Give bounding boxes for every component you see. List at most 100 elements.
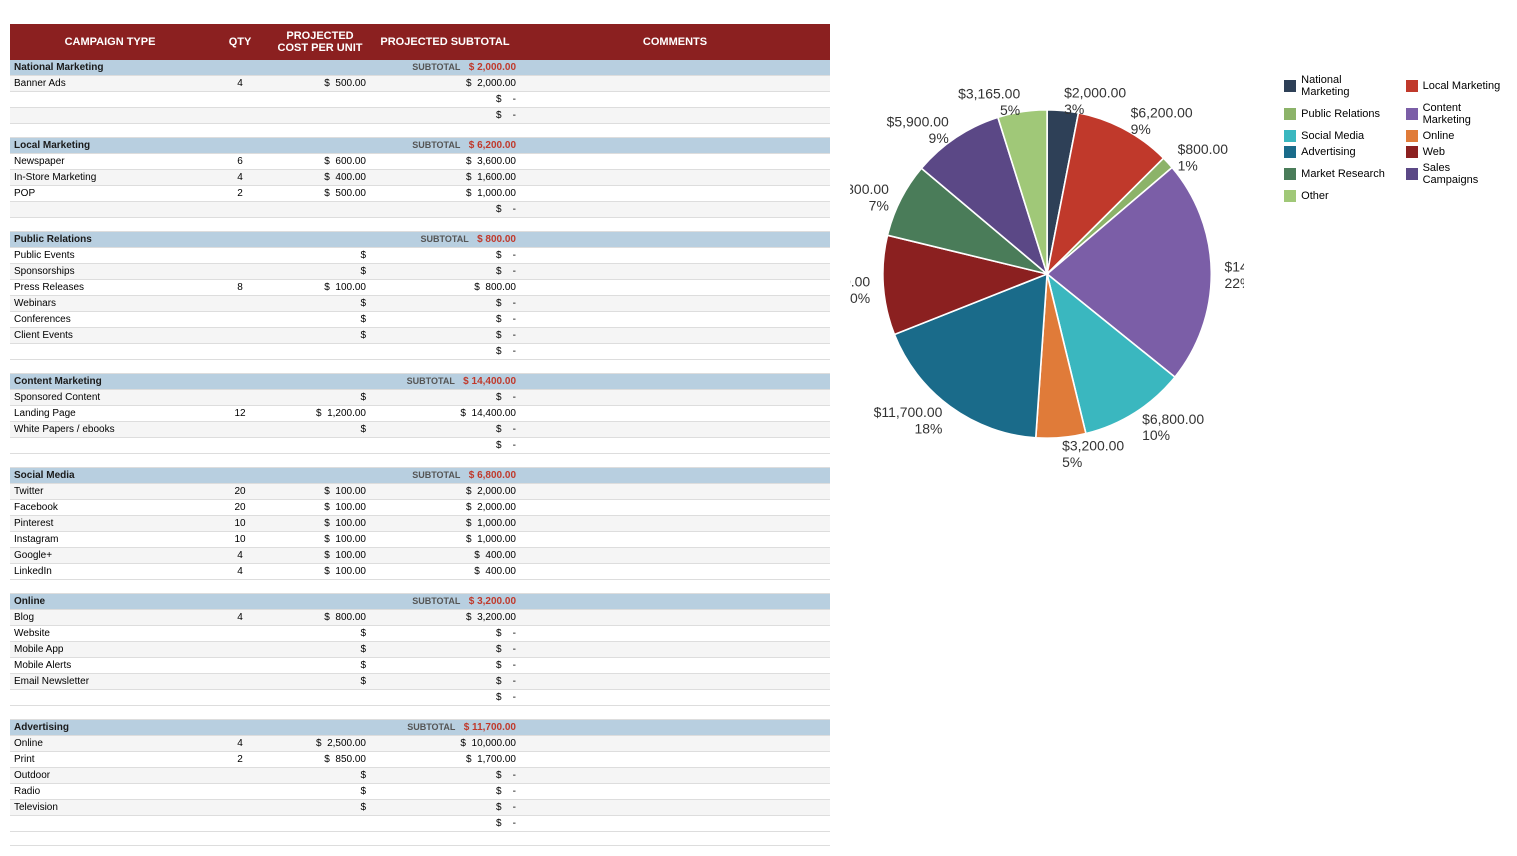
- pie-label-2: $800.001%: [1178, 141, 1229, 173]
- item-subtotal: $ 1,700.00: [370, 752, 520, 768]
- item-name: Sponsorships: [10, 264, 210, 280]
- chart-legend: National Marketing Local Marketing Publi…: [1284, 74, 1507, 202]
- item-comments: [520, 768, 830, 784]
- item-subtotal: $ 400.00: [370, 548, 520, 564]
- category-subtotal: SUBTOTAL $ 2,000.00: [370, 60, 520, 76]
- item-cost: $ 100.00: [270, 548, 370, 564]
- legend-color-8: [1284, 168, 1296, 180]
- table-row: $ -: [10, 438, 830, 454]
- legend-color-3: [1406, 108, 1418, 120]
- item-qty: [210, 784, 270, 800]
- legend-item-0: National Marketing: [1284, 74, 1385, 98]
- item-qty: [210, 626, 270, 642]
- item-qty: [210, 642, 270, 658]
- item-cost: [270, 92, 370, 108]
- item-cost: $ 850.00: [270, 752, 370, 768]
- item-qty: [210, 248, 270, 264]
- legend-label-3: Content Marketing: [1423, 102, 1507, 126]
- item-name: Mobile Alerts: [10, 658, 210, 674]
- legend-label-6: Advertising: [1301, 146, 1355, 158]
- table-row: POP 2 $ 500.00 $ 1,000.00: [10, 186, 830, 202]
- legend-item-4: Social Media: [1284, 130, 1385, 142]
- item-cost: $: [270, 422, 370, 438]
- legend-item-2: Public Relations: [1284, 102, 1385, 126]
- item-subtotal: $ -: [370, 328, 520, 344]
- item-name: Online: [10, 736, 210, 752]
- item-qty: [210, 344, 270, 360]
- category-qty: [210, 468, 270, 484]
- item-qty: [210, 264, 270, 280]
- item-comments: [520, 736, 830, 752]
- category-cost: [270, 720, 370, 736]
- item-comments: [520, 658, 830, 674]
- item-cost: $ 400.00: [270, 170, 370, 186]
- item-comments: [520, 154, 830, 170]
- legend-item-5: Online: [1406, 130, 1507, 142]
- item-cost: $: [270, 784, 370, 800]
- item-cost: [270, 202, 370, 218]
- category-comments: [520, 374, 830, 390]
- category-subtotal: SUBTOTAL $ 6,800.00: [370, 468, 520, 484]
- item-comments: [520, 674, 830, 690]
- item-subtotal: $ -: [370, 626, 520, 642]
- category-row: Social Media SUBTOTAL $ 6,800.00: [10, 468, 830, 484]
- item-subtotal: $ 1,000.00: [370, 516, 520, 532]
- item-name: Newspaper: [10, 154, 210, 170]
- header-subtotal: PROJECTED SUBTOTAL: [370, 24, 520, 60]
- table-row: Twitter 20 $ 100.00 $ 2,000.00: [10, 484, 830, 500]
- header-campaign: CAMPAIGN TYPE: [10, 24, 210, 60]
- legend-color-0: [1284, 80, 1296, 92]
- header-comments: COMMENTS: [520, 24, 830, 60]
- item-subtotal: $ -: [370, 202, 520, 218]
- table-row: Mobile App $ $ -: [10, 642, 830, 658]
- item-comments: [520, 626, 830, 642]
- table-row: Sponsorships $ $ -: [10, 264, 830, 280]
- item-comments: [520, 438, 830, 454]
- item-comments: [520, 422, 830, 438]
- pie-label-7: $6,400.0010%: [850, 273, 870, 305]
- table-row: Website $ $ -: [10, 626, 830, 642]
- item-qty: [210, 296, 270, 312]
- item-cost: $: [270, 312, 370, 328]
- table-row: $ -: [10, 816, 830, 832]
- item-qty: [210, 658, 270, 674]
- item-comments: [520, 816, 830, 832]
- item-subtotal: $ 10,000.00: [370, 736, 520, 752]
- table-row: Newspaper 6 $ 600.00 $ 3,600.00: [10, 154, 830, 170]
- table-row: LinkedIn 4 $ 100.00 $ 400.00: [10, 564, 830, 580]
- item-qty: 10: [210, 516, 270, 532]
- legend-color-5: [1406, 130, 1418, 142]
- category-name: Local Marketing: [10, 138, 210, 154]
- category-subtotal: SUBTOTAL $ 800.00: [370, 232, 520, 248]
- item-name: Webinars: [10, 296, 210, 312]
- item-qty: [210, 422, 270, 438]
- category-cost: [270, 60, 370, 76]
- category-subtotal: SUBTOTAL $ 3,200.00: [370, 594, 520, 610]
- table-row: Public Events $ $ -: [10, 248, 830, 264]
- spacer-row: [10, 124, 830, 138]
- category-cost: [270, 138, 370, 154]
- item-comments: [520, 784, 830, 800]
- pie-label-5: $3,200.005%: [1062, 438, 1124, 470]
- item-qty: 4: [210, 736, 270, 752]
- item-name: Radio: [10, 784, 210, 800]
- item-name: [10, 344, 210, 360]
- table-row: Webinars $ $ -: [10, 296, 830, 312]
- item-cost: $ 100.00: [270, 564, 370, 580]
- item-qty: 2: [210, 186, 270, 202]
- table-row: Radio $ $ -: [10, 784, 830, 800]
- item-comments: [520, 532, 830, 548]
- item-qty: 12: [210, 406, 270, 422]
- item-subtotal: $ -: [370, 768, 520, 784]
- item-name: Facebook: [10, 500, 210, 516]
- category-subtotal: SUBTOTAL $ 14,400.00: [370, 374, 520, 390]
- pie-label-6: $11,700.0018%: [874, 404, 943, 436]
- spacer-row: [10, 218, 830, 232]
- item-cost: $ 100.00: [270, 500, 370, 516]
- category-cost: [270, 232, 370, 248]
- pie-label-1: $6,200.009%: [1131, 105, 1193, 137]
- table-row: Press Releases 8 $ 100.00 $ 800.00: [10, 280, 830, 296]
- item-cost: $: [270, 768, 370, 784]
- item-name: Conferences: [10, 312, 210, 328]
- category-subtotal: SUBTOTAL $ 6,200.00: [370, 138, 520, 154]
